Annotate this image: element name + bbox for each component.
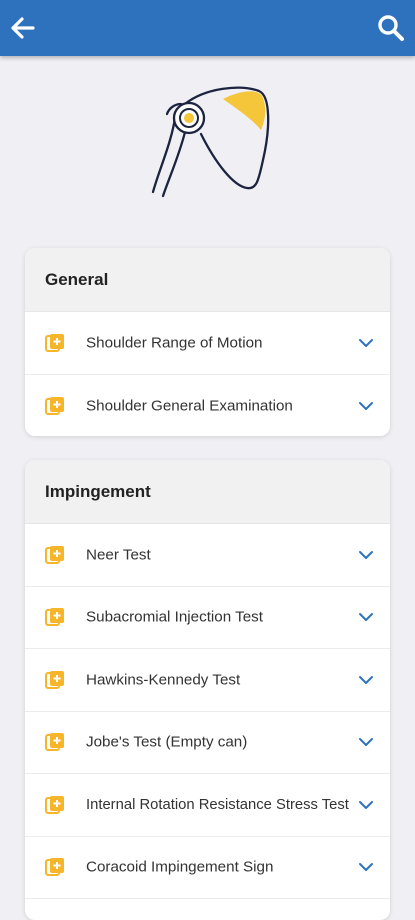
chevron-down-icon[interactable] <box>358 860 374 874</box>
list-item[interactable]: Hawkins-Kennedy Test <box>25 649 390 712</box>
app-bar <box>0 0 415 56</box>
list-item-label: Hawkins-Kennedy Test <box>86 671 241 689</box>
chevron-down-icon[interactable] <box>358 336 374 350</box>
shoulder-illustration <box>145 82 270 200</box>
section-impingement: Impingement Neer Test Subacromial Inject… <box>25 460 390 920</box>
section-general: General Shoulder Range of Motion Shoulde… <box>25 248 390 436</box>
add-document-icon <box>45 733 64 752</box>
chevron-down-icon[interactable] <box>358 610 374 624</box>
list-item-label: Shoulder General Examination <box>86 397 293 415</box>
list-item[interactable]: Internal Rotation Resistance Stress Test <box>25 774 390 837</box>
section-title: General <box>25 248 390 312</box>
list-item[interactable]: Shoulder Range of Motion <box>25 312 390 375</box>
list-item-label: Shoulder Range of Motion <box>86 334 263 352</box>
list-item[interactable]: Shoulder General Examination <box>25 375 390 437</box>
list-item[interactable]: Coracoid Impingement Sign <box>25 837 390 899</box>
list-item[interactable]: Neer Test <box>25 524 390 587</box>
search-icon <box>378 15 404 41</box>
chevron-down-icon[interactable] <box>358 399 374 413</box>
chevron-down-icon[interactable] <box>358 798 374 812</box>
list-item-label: Coracoid Impingement Sign <box>86 858 274 876</box>
add-document-icon <box>45 795 64 814</box>
section-title: Impingement <box>25 460 390 524</box>
add-document-icon <box>45 333 64 352</box>
add-document-icon <box>45 396 64 415</box>
list-item-label: Subacromial Injection Test <box>86 608 263 626</box>
list-item-label: Neer Test <box>86 546 151 564</box>
list-item[interactable]: Jobe's Test (Empty can) <box>25 712 390 774</box>
chevron-down-icon[interactable] <box>358 735 374 749</box>
add-document-icon <box>45 608 64 627</box>
add-document-icon <box>45 545 64 564</box>
list-item[interactable]: Subacromial Injection Test <box>25 587 390 649</box>
chevron-down-icon[interactable] <box>358 548 374 562</box>
list-item-label: Jobe's Test (Empty can) <box>86 733 248 751</box>
back-button[interactable] <box>6 12 38 44</box>
chevron-down-icon[interactable] <box>358 673 374 687</box>
list-item-label: Internal Rotation Resistance Stress Test <box>86 796 349 813</box>
add-document-icon <box>45 670 64 689</box>
search-button[interactable] <box>375 12 407 44</box>
add-document-icon <box>45 858 64 877</box>
arrow-left-icon <box>11 17 35 39</box>
